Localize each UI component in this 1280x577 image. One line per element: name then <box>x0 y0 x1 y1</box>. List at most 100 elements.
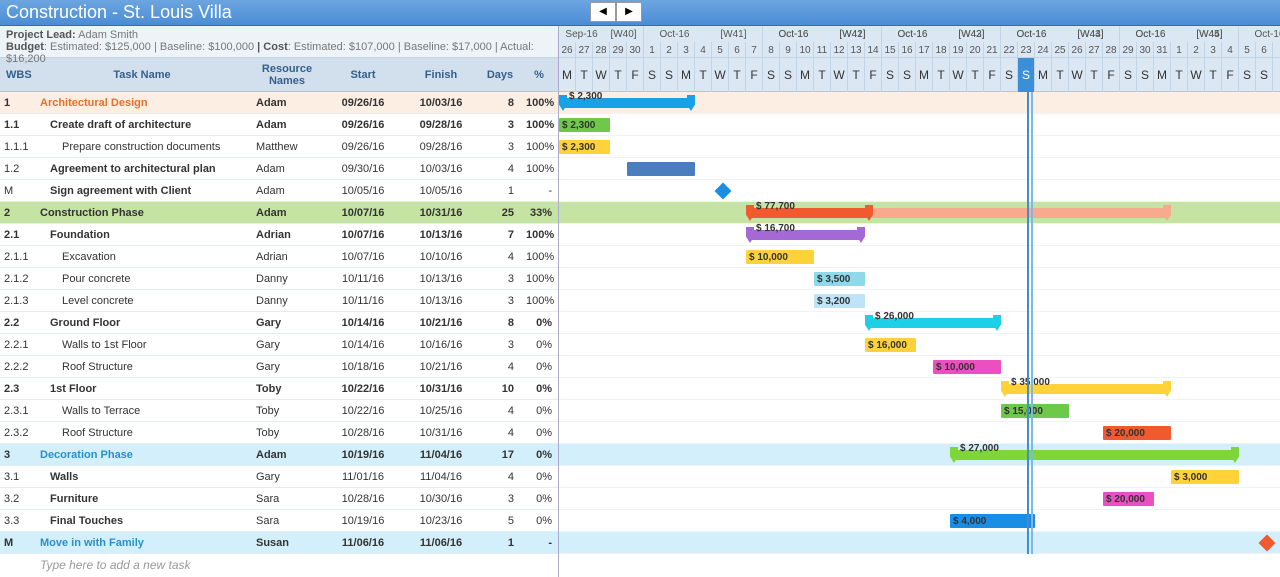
cell-task-name[interactable]: Ground Floor <box>34 317 250 329</box>
cell-task-name[interactable]: Sign agreement with Client <box>34 185 250 197</box>
cell-task-name[interactable]: Architectural Design <box>34 97 250 109</box>
task-row[interactable]: 2.3.2Roof StructureToby10/28/1610/31/164… <box>0 422 558 444</box>
task-row[interactable]: 3Decoration PhaseAdam10/19/1611/04/16170… <box>0 444 558 466</box>
task-bar[interactable]: $ 2,300 <box>559 118 610 132</box>
gantt-row[interactable]: $ 20,000 <box>559 488 1280 510</box>
col-finish[interactable]: Finish <box>402 67 480 83</box>
gantt-row[interactable] <box>559 532 1280 554</box>
col-start[interactable]: Start <box>324 67 402 83</box>
gantt-row[interactable]: $ 2,300 <box>559 114 1280 136</box>
gantt-row[interactable]: $ 26,000 <box>559 312 1280 334</box>
task-row[interactable]: 2.3.1Walls to TerraceToby10/22/1610/25/1… <box>0 400 558 422</box>
bar-cost-label: $ 77,700 <box>756 201 795 212</box>
col-percent[interactable]: % <box>520 67 558 83</box>
cell-task-name[interactable]: Walls to 1st Floor <box>34 339 250 351</box>
cell-days: 4 <box>480 427 520 439</box>
gantt-row[interactable]: $ 16,700 <box>559 224 1280 246</box>
gantt-row[interactable]: $ 2,300 <box>559 92 1280 114</box>
gantt-row[interactable]: $ 3,200 <box>559 290 1280 312</box>
gantt-row[interactable]: $ 20,000 <box>559 422 1280 444</box>
cell-days: 25 <box>480 207 520 219</box>
gantt-row[interactable]: $ 16,000 <box>559 334 1280 356</box>
col-wbs[interactable]: WBS <box>0 67 34 83</box>
cell-task-name[interactable]: Excavation <box>34 251 250 263</box>
cell-task-name[interactable]: Create draft of architecture <box>34 119 250 131</box>
task-bar[interactable]: $ 3,000 <box>1171 470 1239 484</box>
gantt-row[interactable]: $ 35,000 <box>559 378 1280 400</box>
task-row[interactable]: 2.2Ground FloorGary10/14/1610/21/1680% <box>0 312 558 334</box>
cell-percent: 0% <box>520 515 558 527</box>
nav-next-button[interactable]: ▶ <box>616 2 642 22</box>
task-bar[interactable]: $ 4,000 <box>950 514 1035 528</box>
cell-task-name[interactable]: Prepare construction documents <box>34 141 250 153</box>
cell-task-name[interactable]: Agreement to architectural plan <box>34 163 250 175</box>
gantt-row[interactable]: $ 3,500 <box>559 268 1280 290</box>
gantt-row[interactable] <box>559 158 1280 180</box>
task-bar[interactable] <box>627 162 695 176</box>
add-task-input[interactable]: Type here to add a new task <box>0 554 558 576</box>
gantt-row[interactable]: $ 10,000 <box>559 246 1280 268</box>
cell-start: 11/06/16 <box>324 537 402 549</box>
task-row[interactable]: 1.1Create draft of architectureAdam09/26… <box>0 114 558 136</box>
cell-task-name[interactable]: Walls to Terrace <box>34 405 250 417</box>
cell-start: 10/07/16 <box>324 251 402 263</box>
task-row[interactable]: 2.31st FloorToby10/22/1610/31/16100% <box>0 378 558 400</box>
milestone-icon[interactable] <box>1259 535 1276 552</box>
task-row[interactable]: 3.3Final TouchesSara10/19/1610/23/1650% <box>0 510 558 532</box>
gantt-row[interactable]: $ 3,000 <box>559 466 1280 488</box>
task-bar[interactable]: $ 15,000 <box>1001 404 1069 418</box>
gantt-body[interactable]: $ 2,300 $ 2,300 $ 2,300 $ 77,700 $ 16,700 $ 1… <box>559 92 1280 554</box>
cell-task-name[interactable]: Roof Structure <box>34 427 250 439</box>
task-row[interactable]: 2Construction PhaseAdam10/07/1610/31/162… <box>0 202 558 224</box>
grid-column-header: WBS Task Name Resource Names Start Finis… <box>0 58 558 92</box>
col-task-name[interactable]: Task Name <box>34 67 250 83</box>
cell-task-name[interactable]: Decoration Phase <box>34 449 250 461</box>
task-bar[interactable]: $ 20,000 <box>1103 426 1171 440</box>
cell-task-name[interactable]: Walls <box>34 471 250 483</box>
cell-task-name[interactable]: 1st Floor <box>34 383 250 395</box>
task-bar[interactable]: $ 10,000 <box>933 360 1001 374</box>
task-bar[interactable]: $ 3,200 <box>814 294 865 308</box>
task-bar[interactable]: $ 3,500 <box>814 272 865 286</box>
gantt-chart[interactable]: Sep-16[W40]Oct-16[W41]Oct-16[W42]Oct-16[… <box>559 26 1280 577</box>
cell-task-name[interactable]: Pour concrete <box>34 273 250 285</box>
cell-finish: 10/31/16 <box>402 383 480 395</box>
gantt-row[interactable]: $ 27,000 <box>559 444 1280 466</box>
gantt-row[interactable]: $ 77,700 <box>559 202 1280 224</box>
task-bar[interactable]: $ 10,000 <box>746 250 814 264</box>
gantt-row[interactable]: $ 4,000 <box>559 510 1280 532</box>
gantt-row[interactable]: $ 10,000 <box>559 356 1280 378</box>
nav-prev-button[interactable]: ◀ <box>590 2 616 22</box>
task-row[interactable]: 2.1.1ExcavationAdrian10/07/1610/10/16410… <box>0 246 558 268</box>
task-row[interactable]: 2.1.2Pour concreteDanny10/11/1610/13/163… <box>0 268 558 290</box>
col-days[interactable]: Days <box>480 67 520 83</box>
cell-task-name[interactable]: Level concrete <box>34 295 250 307</box>
task-row[interactable]: 1.1.1Prepare construction documentsMatth… <box>0 136 558 158</box>
milestone-icon[interactable] <box>715 183 732 200</box>
cell-task-name[interactable]: Final Touches <box>34 515 250 527</box>
gantt-row[interactable]: $ 15,000 <box>559 400 1280 422</box>
task-bar[interactable]: $ 2,300 <box>559 140 610 154</box>
task-row[interactable]: 2.1FoundationAdrian10/07/1610/13/167100% <box>0 224 558 246</box>
gantt-row[interactable] <box>559 180 1280 202</box>
task-row[interactable]: 3.1WallsGary11/01/1611/04/1640% <box>0 466 558 488</box>
cell-task-name[interactable]: Roof Structure <box>34 361 250 373</box>
cell-finish: 09/28/16 <box>402 119 480 131</box>
task-row[interactable]: 1.2Agreement to architectural planAdam09… <box>0 158 558 180</box>
col-resource[interactable]: Resource Names <box>250 61 324 89</box>
task-row[interactable]: 2.2.2Roof StructureGary10/18/1610/21/164… <box>0 356 558 378</box>
task-row[interactable]: MMove in with FamilySusan11/06/1611/06/1… <box>0 532 558 554</box>
task-row[interactable]: MSign agreement with ClientAdam10/05/161… <box>0 180 558 202</box>
task-row[interactable]: 3.2FurnitureSara10/28/1610/30/1630% <box>0 488 558 510</box>
task-row[interactable]: 1Architectural DesignAdam09/26/1610/03/1… <box>0 92 558 114</box>
task-row[interactable]: 2.2.1Walls to 1st FloorGary10/14/1610/16… <box>0 334 558 356</box>
bar-cost-label: $ 26,000 <box>875 311 914 322</box>
task-bar[interactable]: $ 20,000 <box>1103 492 1154 506</box>
gantt-row[interactable]: $ 2,300 <box>559 136 1280 158</box>
task-bar[interactable]: $ 16,000 <box>865 338 916 352</box>
cell-task-name[interactable]: Move in with Family <box>34 537 250 549</box>
cell-task-name[interactable]: Furniture <box>34 493 250 505</box>
task-row[interactable]: 2.1.3Level concreteDanny10/11/1610/13/16… <box>0 290 558 312</box>
cell-task-name[interactable]: Foundation <box>34 229 250 241</box>
cell-task-name[interactable]: Construction Phase <box>34 207 250 219</box>
